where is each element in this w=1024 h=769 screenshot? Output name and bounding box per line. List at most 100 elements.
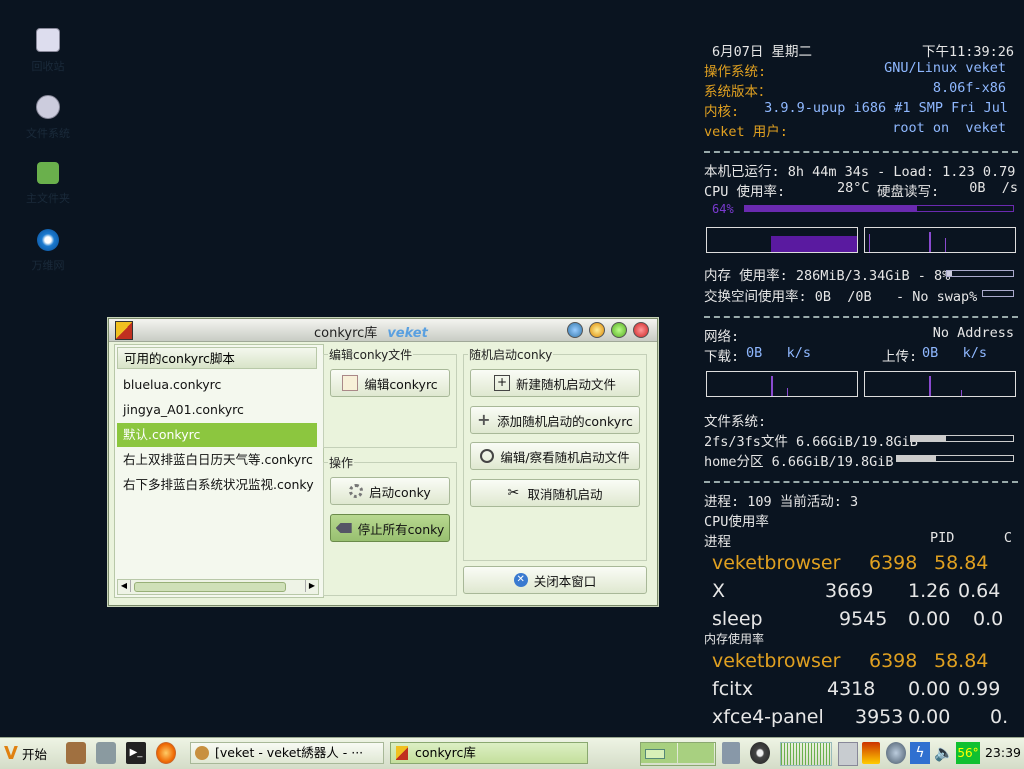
task-conkyrc[interactable]: conkyrc库 [390,742,588,764]
mem-proc-row: xfce4-panel 3953 0.00 0. [712,706,1009,728]
user-value: root on veket [892,120,1006,136]
separator [704,316,1018,318]
filesystem-1: 2fs/3fs文件 6.66GiB/19.8GiB [704,434,918,450]
chart-icon[interactable] [862,742,880,764]
cpu-proc-row: X 3669 1.26 0.64 [712,580,1001,602]
processes-line: 进程: 109 当前活动: 3 [704,494,859,510]
volume-icon[interactable]: 🔈 [934,742,954,764]
list-item[interactable]: bluelua.conkyrc [117,373,317,397]
filesystem-2: home分区 6.66GiB/19.8GiB [704,454,894,470]
desktop-icon-trash[interactable]: 回收站 [18,28,78,74]
kernel-value: 3.9.9-upup i686 #1 SMP Fri Jul [764,100,1008,116]
desktop-icon-browser[interactable]: 万维网 [18,229,78,273]
swap-line: 交换空间使用率: 0B /0B - No swap% [704,289,978,305]
cancel-autostart-button[interactable]: ✂ 取消随机启动 [470,479,640,507]
drive-icon [36,95,60,119]
close-window-main-button[interactable]: ✕ 关闭本窗口 [463,566,647,594]
conkyrc-task-icon [396,746,408,760]
uptime-line: 本机已运行: 8h 44m 34s - Load: 1.23 0.79 [704,164,1016,180]
clock[interactable]: 23:39 [984,742,1022,764]
list-item-selected[interactable]: 默认.conkyrc [117,423,317,447]
download-label: 下载: [704,349,740,365]
list-item[interactable]: 右上双排蓝白日历天气等.conkyrc [117,448,317,472]
image-viewer-icon[interactable] [96,742,116,764]
temperature-indicator: 56° [956,742,980,764]
memory-usage-title: 内存使用率 [704,632,765,646]
pid-header: PID [930,530,955,546]
minimize-button[interactable] [589,322,605,338]
gears-icon [349,484,364,498]
mem-proc-row: veketbrowser 6398 58.84 [712,650,989,672]
desktop-icon-label: 主文件夹 [26,192,70,205]
start-label: 开始 [21,746,47,762]
desktop-icon-label: 文件系统 [26,127,70,140]
browser-icon [37,229,59,251]
cpu-proc-row: veketbrowser 6398 58.84 [712,552,989,574]
scroll-thumb[interactable] [134,582,286,592]
shade-button[interactable] [567,322,583,338]
edit-file-icon [342,375,359,391]
c-header: C [1003,530,1012,546]
upload-value: 0B k/s [922,345,988,361]
start-conky-button[interactable]: 启动conky [330,477,450,505]
conkyrc-list[interactable]: 可用的conkyrc脚本 bluelua.conkyrc jingya_A01.… [114,344,324,598]
workspace-pager[interactable] [640,742,716,766]
group-label: 随机启动conky [468,346,554,363]
window-titlebar[interactable]: conkyrc库 veket [109,319,657,342]
workspace-2[interactable] [678,743,714,763]
cpu-graph [706,227,858,253]
disk-rw-label: 硬盘读写: [877,184,940,200]
disk-graph [864,227,1016,253]
scroll-left-icon[interactable]: ◀ [118,580,131,592]
cpu-monitor-icon [780,742,832,766]
net-value: No Address [932,325,1014,341]
veket-logo-icon: V [4,742,18,764]
upload-graph [864,371,1016,397]
paint-icon[interactable] [66,742,86,764]
terminal-icon[interactable]: ▶_ [126,742,146,764]
new-autostart-button[interactable]: + 新建随机启动文件 [470,369,640,397]
close-window-button[interactable] [633,322,649,338]
swap-bar [982,290,1014,297]
maximize-button[interactable] [611,322,627,338]
media-icon[interactable] [750,742,770,764]
operations-group: 操作 启动conky 停止所有conky [323,454,457,596]
workspace-1[interactable] [641,743,677,763]
list-header[interactable]: 可用的conkyrc脚本 [117,347,317,369]
desktop-icon-filesystem[interactable]: 文件系统 [18,95,78,141]
cpu-usage-title: CPU使用率 [704,514,769,530]
bluetooth-icon[interactable]: ϟ [910,742,930,764]
disk-rw-value: 0B /s [969,180,1018,196]
network-icon[interactable] [886,742,906,764]
keyboard-icon[interactable] [838,742,858,766]
backspace-icon [335,523,352,533]
edit-conkyrc-button[interactable]: 编辑conkyrc [330,369,450,397]
firefox-icon[interactable] [156,742,176,764]
view-autostart-button[interactable]: 编辑/察看随机启动文件 [470,442,640,470]
memory-line: 内存 使用率: 286MiB/3.34GiB - 8% [704,268,951,284]
app-logo-icon [115,321,133,340]
window-title: conkyrc库 veket [314,326,428,341]
stop-all-conky-button[interactable]: 停止所有conky [330,514,450,542]
list-item[interactable]: 右下多排蓝白系统状况监视.conky [117,473,317,497]
scroll-right-icon[interactable]: ▶ [305,580,318,592]
add-autostart-button[interactable]: + 添加随机启动的conkyrc [470,406,640,434]
desktop-icon-label: 回收站 [31,60,65,73]
desktop-icon-home[interactable]: 主文件夹 [18,162,78,206]
group-label: 操作 [328,454,355,471]
cpu-temp: 28°C [837,180,870,196]
screenshot-icon[interactable] [722,742,740,764]
horizontal-scrollbar[interactable]: ◀ ▶ [117,579,319,595]
task-browser[interactable]: [veket - veket綉器人 - ··· [190,742,384,764]
group-label: 编辑conky文件 [328,346,414,363]
conky-time: 下午11:39:26 [921,44,1014,60]
home-folder-icon [37,162,59,184]
desktop-icon-label: 万维网 [31,259,65,272]
start-button[interactable]: V 开始 [4,742,56,764]
memory-bar [946,270,1014,277]
upload-label: 上传: [882,349,918,365]
scissors-icon: ✂ [507,485,520,501]
autostart-group: 随机启动conky + 新建随机启动文件 + 添加随机启动的conkyrc 编辑/察… [463,346,647,561]
browser-task-icon [195,746,209,760]
list-item[interactable]: jingya_A01.conkyrc [117,398,317,422]
